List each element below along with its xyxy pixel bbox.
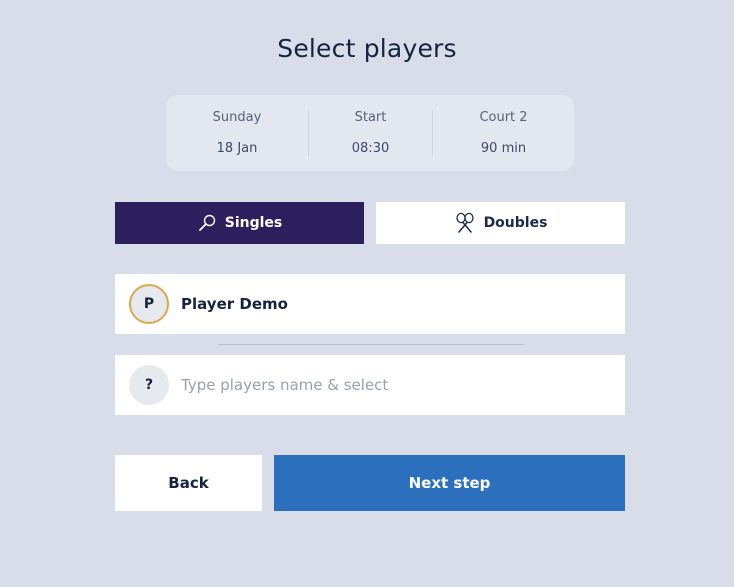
booking-start-column: Start 08:30 (308, 110, 433, 156)
booking-day-column: Sunday 18 Jan (166, 110, 308, 156)
player-name: Player Demo (181, 295, 288, 313)
booking-start-label: Start (354, 110, 387, 125)
racket-icon (197, 213, 217, 233)
player-slot-2[interactable]: ? (115, 355, 625, 415)
booking-court: Court 2 (479, 110, 528, 125)
avatar: P (129, 284, 169, 324)
booking-duration: 90 min (480, 141, 527, 156)
divider (218, 344, 523, 345)
player-slot-1[interactable]: P Player Demo (115, 274, 625, 334)
booking-date: 18 Jan (216, 141, 258, 156)
crossed-rackets-icon (454, 212, 476, 234)
next-step-button[interactable]: Next step (274, 455, 625, 511)
doubles-button[interactable]: Doubles (376, 202, 625, 244)
doubles-label: Doubles (483, 215, 548, 231)
booking-start-time: 08:30 (351, 141, 390, 156)
player-search-input[interactable] (181, 365, 625, 405)
singles-button[interactable]: Singles (115, 202, 364, 244)
page-title: Select players (277, 34, 457, 63)
back-button[interactable]: Back (115, 455, 262, 511)
singles-label: Singles (224, 215, 283, 231)
avatar-placeholder: ? (129, 365, 169, 405)
booking-summary-card: Sunday 18 Jan Start 08:30 Court 2 90 min (166, 95, 574, 171)
booking-court-column: Court 2 90 min (433, 110, 574, 156)
booking-day: Sunday (212, 110, 262, 125)
